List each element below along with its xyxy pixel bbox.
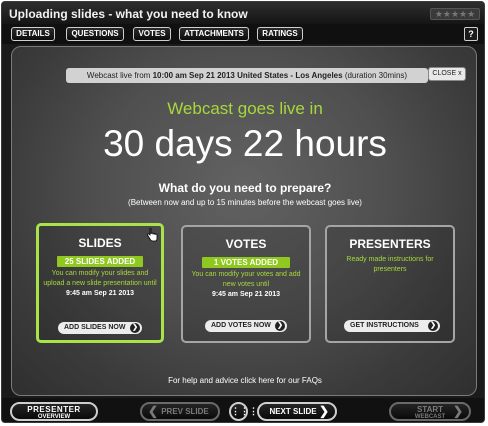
webcast-prefix: Webcast live from bbox=[86, 71, 153, 80]
presenter-window: Uploading slides - what you need to know… bbox=[1, 1, 485, 423]
main-panel: Webcast live from 10:00 am Sep 21 2013 U… bbox=[11, 46, 477, 396]
presenter-overview-line1: PRESENTER bbox=[27, 405, 81, 414]
hand-cursor-icon bbox=[147, 228, 158, 242]
close-button[interactable]: CLOSE x bbox=[428, 67, 466, 81]
slides-description: You can modify your slides and upload a … bbox=[43, 269, 157, 299]
votes-badge: 1 VOTES ADDED bbox=[202, 257, 290, 268]
tab-ratings[interactable]: RATINGS bbox=[257, 27, 303, 41]
countdown-heading: Webcast goes live in bbox=[167, 99, 323, 118]
presenters-text: Ready made instructions for presenters bbox=[346, 256, 434, 273]
tab-questions[interactable]: QUESTIONS bbox=[66, 27, 124, 41]
presenter-overview-line2: OVERVIEW bbox=[37, 414, 71, 420]
grid-icon: ⋮⋮⋮ bbox=[231, 406, 258, 416]
chevron-right-icon: ❯ bbox=[318, 404, 329, 418]
bottom-nav-bar: PRESENTER OVERVIEW ❮ PREV SLIDE ⋮⋮⋮ NEXT… bbox=[2, 398, 484, 422]
webcast-time: 10:00 am Sep 21 2013 United States - Los… bbox=[152, 71, 343, 80]
slides-card[interactable]: SLIDES 25 SLIDES ADDED You can modify yo… bbox=[36, 223, 164, 343]
arrow-right-icon: ❯ bbox=[428, 321, 438, 331]
next-slide-button[interactable]: NEXT SLIDE ❯ bbox=[257, 402, 337, 421]
tab-details[interactable]: DETAILS bbox=[11, 27, 55, 41]
prepare-question: What do you need to prepare? bbox=[158, 181, 332, 195]
slides-text: You can modify your slides and upload a … bbox=[43, 270, 157, 287]
webcast-schedule-bar: Webcast live from 10:00 am Sep 21 2013 U… bbox=[66, 68, 428, 83]
add-votes-label: ADD VOTES NOW bbox=[211, 322, 271, 329]
tab-bar: DETAILS QUESTIONS VOTES ATTACHMENTS RATI… bbox=[2, 24, 484, 44]
presenter-overview-button[interactable]: PRESENTER OVERVIEW bbox=[10, 402, 98, 421]
prepare-subtitle: (Between now and up to 15 minutes before… bbox=[128, 198, 362, 207]
votes-deadline: 9:45 am Sep 21 2013 bbox=[211, 291, 281, 298]
add-slides-button[interactable]: ADD SLIDES NOW ❯ bbox=[58, 322, 142, 334]
next-slide-label: NEXT SLIDE bbox=[269, 407, 317, 416]
tab-votes[interactable]: VOTES bbox=[133, 27, 171, 41]
rating-stars[interactable]: ★★★★★ bbox=[430, 8, 480, 20]
countdown-value: 30 days 22 hours bbox=[103, 123, 387, 164]
arrow-right-icon: ❯ bbox=[275, 321, 285, 331]
start-webcast-button[interactable]: START WEBCAST ❯ bbox=[389, 402, 471, 421]
add-votes-button[interactable]: ADD VOTES NOW ❯ bbox=[205, 320, 287, 332]
presenters-card[interactable]: PRESENTERS Ready made instructions for p… bbox=[325, 225, 455, 343]
title-bar: Uploading slides - what you need to know… bbox=[2, 2, 484, 24]
get-instructions-button[interactable]: GET INSTRUCTIONS ❯ bbox=[344, 320, 440, 332]
add-slides-label: ADD SLIDES NOW bbox=[64, 324, 126, 331]
chevron-left-icon: ❮ bbox=[148, 404, 159, 418]
arrow-right-icon: ❯ bbox=[130, 323, 140, 333]
get-instructions-label: GET INSTRUCTIONS bbox=[350, 322, 419, 329]
prev-slide-label: PREV SLIDE bbox=[161, 407, 209, 416]
chevron-right-icon: ❯ bbox=[452, 404, 463, 418]
prev-slide-button[interactable]: ❮ PREV SLIDE bbox=[140, 402, 220, 421]
window-title: Uploading slides - what you need to know bbox=[9, 7, 248, 21]
tab-attachments[interactable]: ATTACHMENTS bbox=[179, 27, 249, 41]
votes-title: VOTES bbox=[225, 237, 267, 251]
votes-text: You can modify your votes and add new vo… bbox=[191, 271, 301, 288]
slides-badge: 25 SLIDES ADDED bbox=[57, 256, 143, 267]
presenters-title: PRESENTERS bbox=[349, 237, 431, 251]
votes-card[interactable]: VOTES 1 VOTES ADDED You can modify your … bbox=[181, 225, 311, 343]
faq-link[interactable]: For help and advice click here for our F… bbox=[12, 376, 476, 385]
slides-deadline: 9:45 am Sep 21 2013 bbox=[65, 290, 135, 297]
votes-description: You can modify your votes and add new vo… bbox=[187, 270, 305, 300]
slides-title: SLIDES bbox=[78, 236, 122, 250]
slide-grid-button[interactable]: ⋮⋮⋮ bbox=[229, 402, 258, 421]
webcast-duration: (duration 30mins) bbox=[342, 71, 408, 80]
help-button[interactable]: ? bbox=[464, 27, 478, 41]
